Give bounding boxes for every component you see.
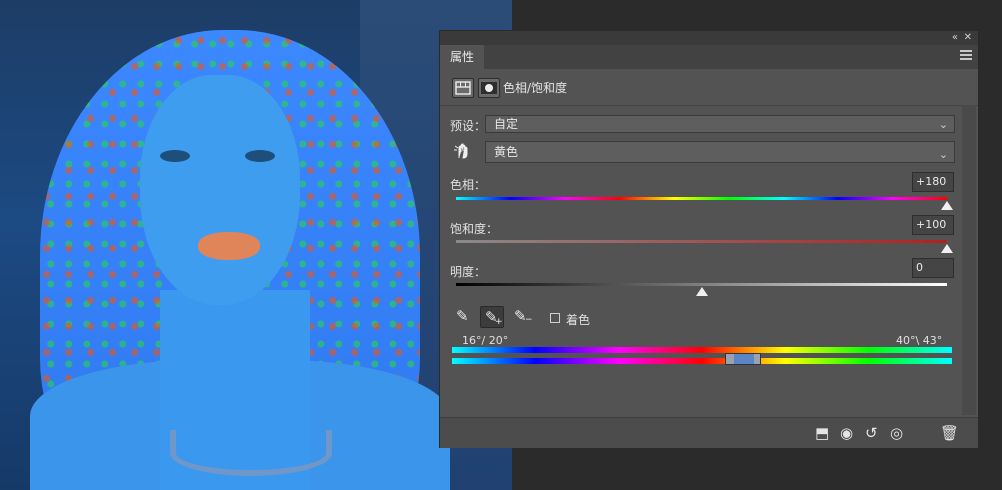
saturation-slider-handle[interactable] — [941, 244, 953, 253]
preset-select[interactable]: 自定 ⌄ — [485, 115, 955, 133]
chevron-down-icon: ⌄ — [938, 118, 948, 131]
footer-watermark-strip — [670, 425, 1000, 445]
photo-left-eye — [160, 150, 190, 162]
eyedropper-add-icon[interactable]: ✎ + — [480, 306, 504, 328]
hue-slider-handle[interactable] — [941, 201, 953, 210]
photo-right-eye — [245, 150, 275, 162]
saturation-slider-track[interactable] — [456, 240, 947, 243]
panel-tab-row: 属性 — [440, 45, 978, 69]
input-color-bar — [452, 347, 952, 353]
preset-label: 预设： — [450, 119, 487, 133]
channel-value: 黄色 — [494, 145, 519, 159]
panel-scrollbar[interactable] — [962, 105, 976, 415]
adjustment-layer-icon[interactable] — [452, 78, 474, 98]
hue-slider-track[interactable] — [456, 197, 947, 200]
range-right-label: 40°\ 43° — [896, 334, 943, 347]
panel-titlebar: « ✕ — [440, 31, 978, 45]
close-icon[interactable]: ✕ — [964, 31, 972, 45]
chevron-down-icon: ⌄ — [938, 148, 948, 161]
eyedropper-icon[interactable]: ✎ — [452, 306, 476, 328]
layer-mask-icon[interactable] — [478, 78, 500, 98]
output-color-bar — [452, 358, 952, 364]
hue-label: 色相： — [450, 178, 487, 192]
photo-necklace — [170, 430, 332, 476]
lightness-slider-handle[interactable] — [695, 287, 708, 296]
photo-face — [140, 75, 300, 305]
photo-lips — [198, 232, 260, 260]
lightness-label: 明度： — [450, 265, 487, 279]
hue-value-input[interactable]: +180 — [912, 172, 954, 192]
channel-select[interactable]: 黄色 ⌄ — [485, 141, 955, 163]
preset-value: 自定 — [494, 117, 519, 131]
colorize-label: 着色 — [566, 313, 591, 327]
adjustment-title: 色相/饱和度 — [503, 81, 568, 95]
saturation-value-input[interactable]: +100 — [912, 215, 954, 235]
tab-properties[interactable]: 属性 — [440, 45, 485, 69]
lightness-slider-track[interactable] — [456, 283, 947, 286]
document-canvas[interactable] — [0, 0, 512, 490]
lightness-value-input[interactable]: 0 — [912, 258, 954, 278]
saturation-label: 饱和度： — [450, 222, 499, 236]
properties-panel: « ✕ 属性 色相/饱和度 预设： 自定 ⌄ 黄色 ⌄ 色相： +180 饱和度… — [439, 30, 979, 448]
collapse-icon[interactable]: « — [952, 31, 958, 45]
adjustment-header: 色相/饱和度 — [440, 69, 978, 106]
color-range-selector[interactable] — [725, 353, 761, 365]
colorize-checkbox[interactable] — [550, 313, 560, 323]
eyedropper-subtract-icon[interactable]: ✎ − — [510, 306, 534, 328]
target-adjust-icon[interactable] — [452, 140, 472, 160]
range-left-label: 16°/ 20° — [462, 334, 509, 347]
panel-menu-icon[interactable] — [960, 50, 972, 62]
